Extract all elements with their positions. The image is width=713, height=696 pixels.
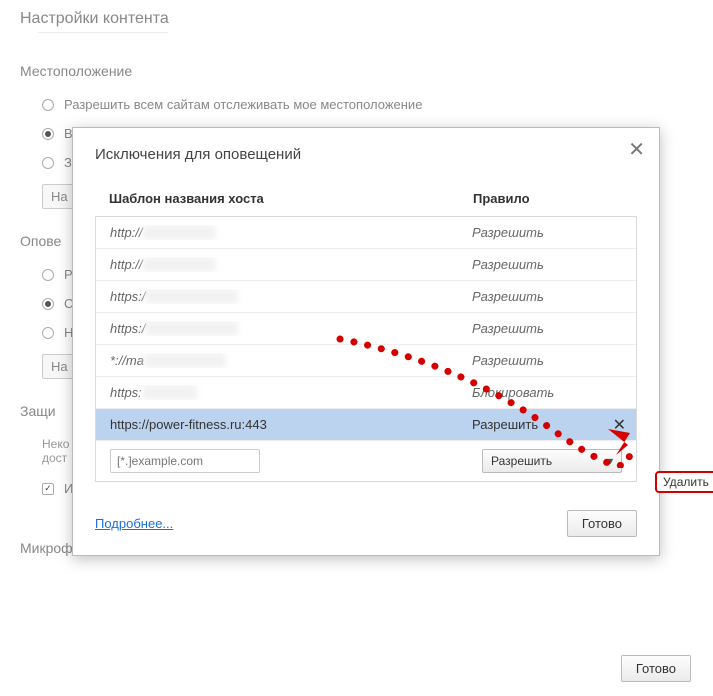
host-cell: *://ma████████ * [110, 353, 472, 368]
chevron-down-icon: ▼ [606, 456, 615, 466]
table-row[interactable]: *://ma████████ *Разрешить [96, 344, 636, 376]
exceptions-table: http://████████Разрешитьhttp://████████Р… [95, 216, 637, 482]
host-cell: https://power-fitness.ru:443 [110, 417, 472, 432]
annotation-label: Удалить [655, 471, 713, 493]
host-cell: http://████████ [110, 225, 472, 240]
table-row[interactable]: https:██████Блокировать [96, 376, 636, 408]
more-link[interactable]: Подробнее... [95, 516, 173, 531]
host-cell: https:██████ [110, 385, 472, 400]
rule-cell: Разрешить [472, 321, 622, 336]
radio-icon [42, 128, 54, 140]
col-rule-header: Правило [473, 191, 623, 206]
host-cell: https:/██████████ [110, 321, 472, 336]
radio-icon [42, 298, 54, 310]
section-location-heading: Местоположение [20, 63, 693, 79]
rule-cell: Разрешить [472, 289, 622, 304]
table-row[interactable]: http://████████Разрешить [96, 248, 636, 280]
radio-icon [42, 327, 54, 339]
modal-done-button[interactable]: Готово [567, 510, 637, 537]
host-input[interactable] [110, 449, 260, 473]
host-cell: http://████████ [110, 257, 472, 272]
page-done-button[interactable]: Готово [621, 655, 691, 682]
close-icon[interactable]: ✕ [628, 140, 645, 160]
table-row[interactable]: https:/██████████Разрешить [96, 280, 636, 312]
remove-row-icon[interactable]: ✕ [613, 415, 626, 435]
location-opt-allow-all[interactable]: Разрешить всем сайтам отслеживать мое ме… [42, 97, 693, 112]
modal-footer: Подробнее... Готово [95, 510, 637, 537]
radio-icon [42, 269, 54, 281]
divider [38, 32, 168, 33]
radio-icon [42, 157, 54, 169]
rule-cell: Разрешить [472, 417, 622, 432]
exceptions-modal: ✕ Исключения для оповещений Шаблон назва… [72, 127, 660, 556]
checkbox-icon: ✓ [42, 483, 54, 495]
table-row[interactable]: https://power-fitness.ru:443Разрешить✕ [96, 408, 636, 440]
host-cell: https:/██████████ [110, 289, 472, 304]
page-title: Настройки контента [20, 10, 693, 28]
rule-cell: Разрешить [472, 225, 622, 240]
option-label: Разрешить всем сайтам отслеживать мое ме… [64, 97, 422, 112]
table-row[interactable]: http://████████Разрешить [96, 216, 636, 248]
table-row[interactable]: https:/██████████Разрешить [96, 312, 636, 344]
rule-cell: Разрешить [472, 257, 622, 272]
rule-cell: Блокировать [472, 385, 622, 400]
option-label: З [64, 155, 72, 170]
rule-cell: Разрешить [472, 353, 622, 368]
radio-icon [42, 99, 54, 111]
rule-select[interactable]: Разрешить ▼ [482, 449, 622, 473]
modal-title: Исключения для оповещений [95, 146, 637, 163]
new-exception-row: Разрешить ▼ [96, 440, 636, 481]
table-header: Шаблон названия хоста Правило [95, 191, 637, 216]
col-host-header: Шаблон названия хоста [109, 191, 473, 206]
rule-select-value: Разрешить [491, 454, 552, 468]
